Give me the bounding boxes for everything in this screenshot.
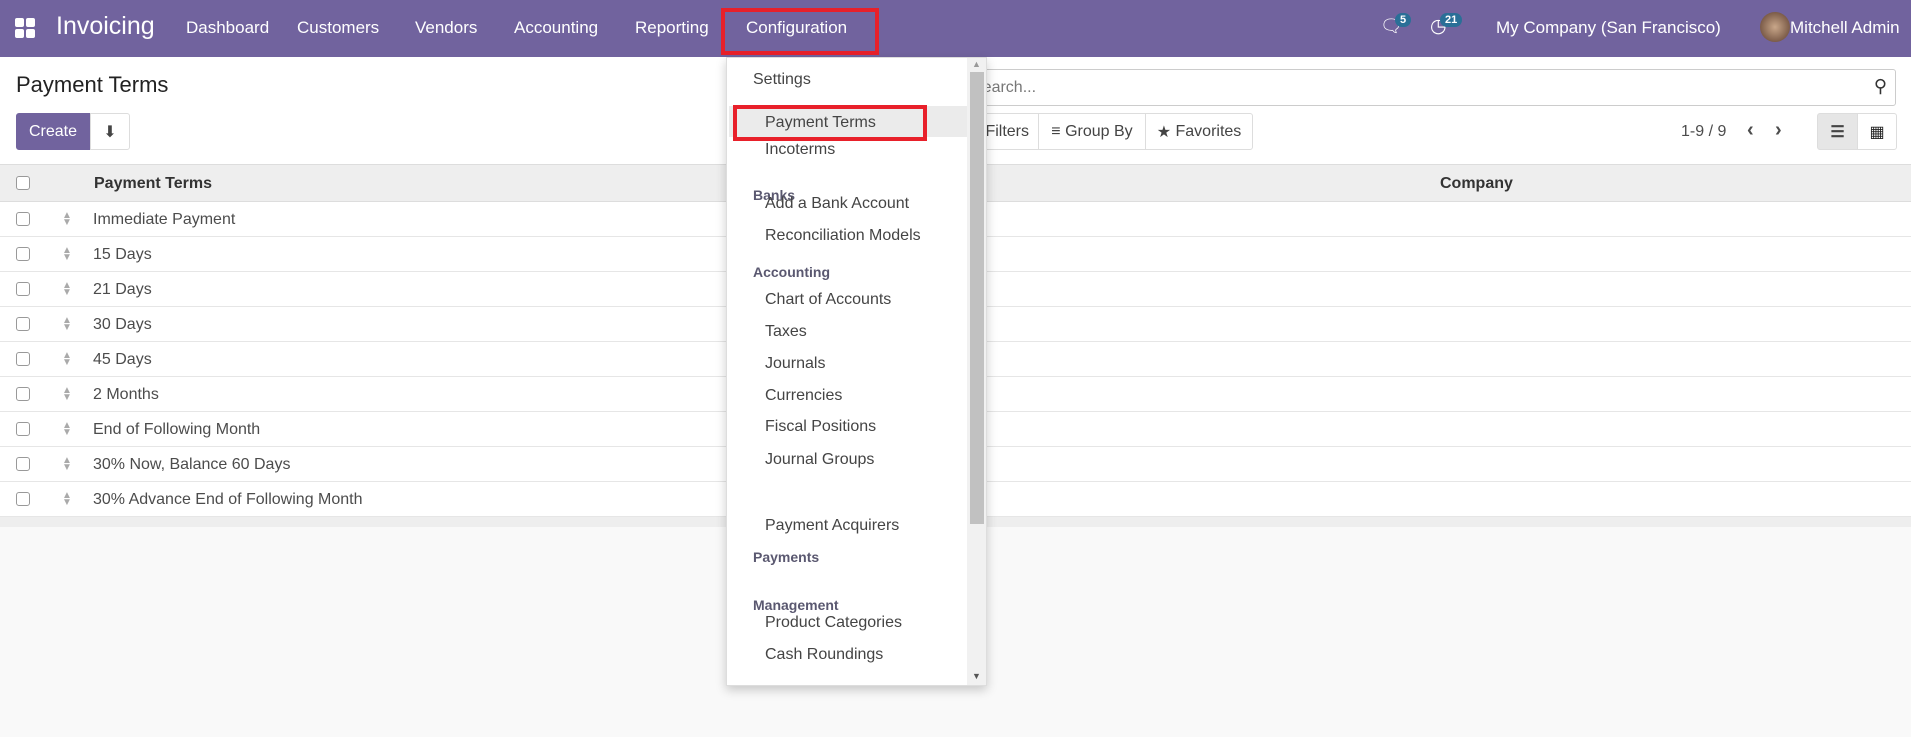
search-icon[interactable]: ⚲ bbox=[1874, 76, 1887, 97]
drag-handle-icon[interactable]: ▲ ▼ bbox=[62, 491, 72, 508]
star-icon: ★ bbox=[1156, 123, 1172, 141]
menu-item-journal-groups[interactable]: Journal Groups bbox=[765, 451, 874, 469]
top-navbar: Invoicing Dashboard Customers Vendors Ac… bbox=[0, 0, 1911, 57]
pager-prev-icon[interactable]: ‹ bbox=[1747, 119, 1754, 142]
row-checkbox[interactable] bbox=[16, 422, 30, 436]
row-checkbox[interactable] bbox=[16, 212, 30, 226]
groupby-button[interactable]: ≡ Group By bbox=[1038, 113, 1146, 150]
row-checkbox[interactable] bbox=[16, 457, 30, 471]
drag-handle-icon[interactable]: ▲ ▼ bbox=[62, 386, 72, 403]
payment-term-name: 2 Months bbox=[93, 386, 159, 403]
drag-handle-icon[interactable]: ▲ ▼ bbox=[62, 456, 72, 473]
payment-term-name: 21 Days bbox=[93, 281, 152, 298]
favorites-label: Favorites bbox=[1175, 122, 1242, 140]
kanban-icon: ▦ bbox=[1869, 123, 1885, 141]
groupby-label: Group By bbox=[1065, 122, 1133, 140]
payment-term-name: 30% Advance End of Following Month bbox=[93, 491, 363, 508]
payment-term-name: 30 Days bbox=[93, 316, 152, 333]
user-menu[interactable]: Mitchell Admin bbox=[1790, 18, 1900, 38]
app-title[interactable]: Invoicing bbox=[56, 12, 155, 41]
drag-handle-icon[interactable]: ▲ ▼ bbox=[62, 351, 72, 368]
row-checkbox[interactable] bbox=[16, 352, 30, 366]
payment-term-name: 30% Now, Balance 60 Days bbox=[93, 456, 291, 473]
payment-term-name: 15 Days bbox=[93, 246, 152, 263]
drag-handle-icon[interactable]: ▲ ▼ bbox=[62, 316, 72, 333]
scroll-down-icon[interactable]: ▼ bbox=[972, 671, 981, 681]
filters-label: Filters bbox=[985, 122, 1030, 140]
drag-handle-icon[interactable]: ▲ ▼ bbox=[62, 211, 72, 228]
apps-menu-icon[interactable] bbox=[15, 18, 35, 38]
company-switcher[interactable]: My Company (San Francisco) bbox=[1496, 18, 1721, 38]
configuration-highlight bbox=[721, 8, 879, 55]
dropdown-scrollbar[interactable]: ▼ ▲ bbox=[967, 58, 986, 685]
list-view-button[interactable]: ☰ bbox=[1817, 113, 1858, 150]
configuration-dropdown: Settings ▼ ▲ InvoicingPayment TermsIncot… bbox=[726, 57, 987, 686]
page-title: Payment Terms bbox=[16, 72, 169, 97]
menu-item-product-categories[interactable]: Product Categories bbox=[765, 614, 902, 632]
select-all-checkbox[interactable] bbox=[16, 176, 30, 190]
menu-item-settings[interactable]: Settings bbox=[753, 71, 811, 89]
activity-badge: 21 bbox=[1440, 13, 1463, 27]
menu-item-payment-acquirers[interactable]: Payment Acquirers bbox=[765, 517, 899, 535]
kanban-view-button[interactable]: ▦ bbox=[1857, 113, 1897, 150]
menu-item-add-a-bank-account[interactable]: Add a Bank Account bbox=[765, 195, 909, 213]
create-button[interactable]: Create bbox=[16, 113, 90, 150]
menu-dashboard[interactable]: Dashboard bbox=[186, 18, 269, 38]
column-company[interactable]: Company bbox=[1440, 175, 1513, 193]
row-checkbox[interactable] bbox=[16, 387, 30, 401]
menu-item-journals[interactable]: Journals bbox=[765, 355, 825, 373]
download-button[interactable]: ⬇ bbox=[90, 113, 130, 150]
favorites-button[interactable]: ★ Favorites bbox=[1145, 113, 1253, 150]
payment-term-name: Immediate Payment bbox=[93, 211, 236, 228]
menu-item-incoterms[interactable]: Incoterms bbox=[765, 141, 835, 159]
pager-value[interactable]: 1-9 / 9 bbox=[1681, 123, 1726, 141]
menu-vendors[interactable]: Vendors bbox=[415, 18, 477, 38]
menu-section-payments: Payments bbox=[753, 549, 820, 565]
menu-reporting[interactable]: Reporting bbox=[635, 18, 709, 38]
payment-term-name: 45 Days bbox=[93, 351, 152, 368]
scroll-up-icon[interactable]: ▲ bbox=[972, 59, 981, 69]
search-input[interactable]: Search... ⚲ bbox=[963, 69, 1896, 106]
download-icon: ⬇ bbox=[103, 123, 117, 141]
menu-item-reconciliation-models[interactable]: Reconciliation Models bbox=[765, 227, 921, 245]
menu-item-cash-roundings[interactable]: Cash Roundings bbox=[765, 646, 883, 664]
row-checkbox[interactable] bbox=[16, 247, 30, 261]
menu-item-currencies[interactable]: Currencies bbox=[765, 387, 842, 405]
menu-customers[interactable]: Customers bbox=[297, 18, 379, 38]
pager-next-icon[interactable]: › bbox=[1775, 119, 1782, 142]
scrollbar-thumb[interactable] bbox=[970, 72, 984, 524]
row-checkbox[interactable] bbox=[16, 282, 30, 296]
menu-item-payment-terms[interactable]: Payment Terms bbox=[765, 114, 876, 132]
drag-handle-icon[interactable]: ▲ ▼ bbox=[62, 421, 72, 438]
menu-item-chart-of-accounts[interactable]: Chart of Accounts bbox=[765, 291, 891, 309]
row-checkbox[interactable] bbox=[16, 492, 30, 506]
drag-handle-icon[interactable]: ▲ ▼ bbox=[62, 281, 72, 298]
payment-term-name: End of Following Month bbox=[93, 421, 261, 438]
menu-item-fiscal-positions[interactable]: Fiscal Positions bbox=[765, 418, 876, 436]
menu-section-management: Management bbox=[753, 597, 839, 613]
menu-item-taxes[interactable]: Taxes bbox=[765, 323, 807, 341]
column-payment-terms[interactable]: Payment Terms bbox=[94, 175, 212, 193]
list-icon: ☰ bbox=[1830, 123, 1845, 141]
groupby-icon: ≡ bbox=[1051, 122, 1061, 140]
menu-accounting[interactable]: Accounting bbox=[514, 18, 598, 38]
menu-section-accounting: Accounting bbox=[753, 264, 830, 280]
row-checkbox[interactable] bbox=[16, 317, 30, 331]
messages-badge: 5 bbox=[1395, 13, 1412, 27]
drag-handle-icon[interactable]: ▲ ▼ bbox=[62, 246, 72, 263]
avatar[interactable] bbox=[1760, 12, 1790, 42]
